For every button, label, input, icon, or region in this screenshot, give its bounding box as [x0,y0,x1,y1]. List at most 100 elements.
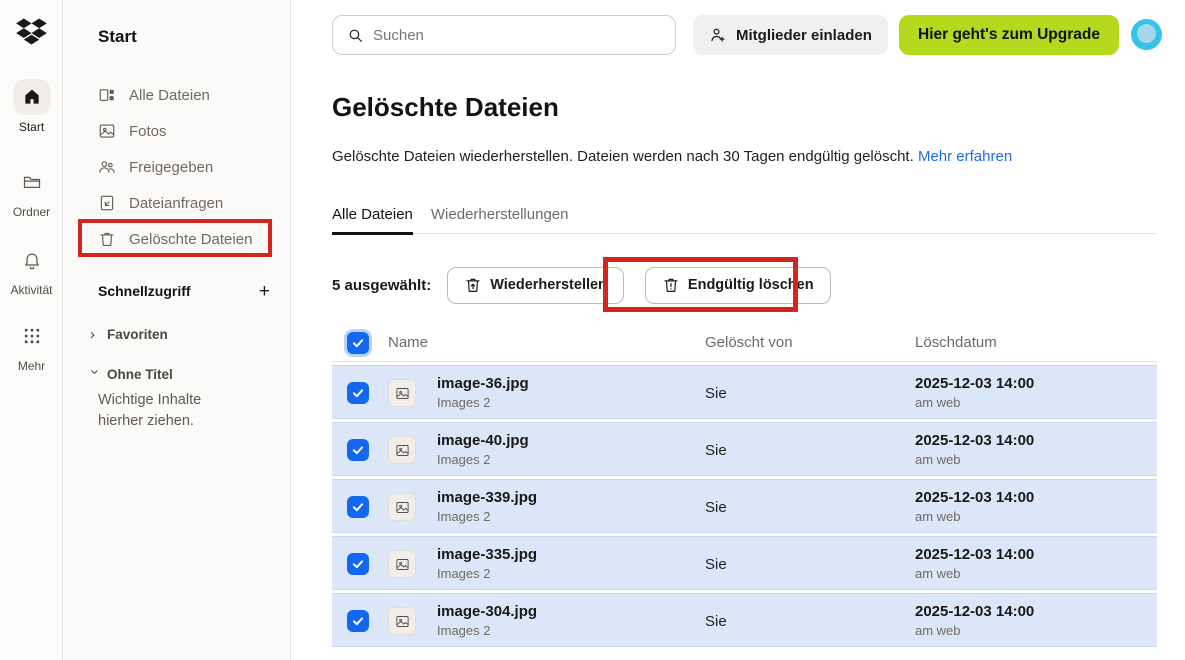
sidebar-group-ohne-titel[interactable]: Ohne Titel [90,362,173,386]
table-row[interactable]: image-40.jpg Images 2 Sie 2025-12-03 14:… [332,422,1157,476]
chevron-right-icon [90,326,100,343]
search-box[interactable] [332,15,676,55]
row-checkbox[interactable] [347,496,369,518]
restore-label: Wiederherstellen [490,277,607,293]
add-icon[interactable]: + [259,282,270,301]
row-checkbox[interactable] [347,439,369,461]
sidebar-item-freigegeben[interactable]: Freigegeben [64,149,291,185]
sidebar-item-dateianfragen[interactable]: Dateianfragen [64,185,291,221]
folder-icon [13,164,51,200]
column-header-name[interactable]: Name [388,334,428,351]
search-icon [347,27,364,44]
left-rail: Start Ordner Aktivität Mehr [0,0,63,660]
deleted-files-table: Name Gelöscht von Löschdatum image-36.jp… [332,330,1157,361]
column-header-delete-date[interactable]: Löschdatum [915,334,997,351]
page-title: Gelöschte Dateien [332,92,559,123]
image-file-icon [388,436,416,464]
delete-date: 2025-12-03 14:00 [915,603,1034,620]
photo-icon [98,122,116,140]
file-name[interactable]: image-36.jpg [437,375,529,392]
sidebar-item-fotos[interactable]: Fotos [64,113,291,149]
all-files-icon [98,86,116,104]
table-row[interactable]: image-339.jpg Images 2 Sie 2025-12-03 14… [332,479,1157,533]
tab-bar: Alle Dateien Wiederherstellungen [332,202,1157,234]
table-header: Name Gelöscht von Löschdatum [332,330,1157,361]
sidebar-heading: Start [98,27,137,47]
table-row[interactable]: image-335.jpg Images 2 Sie 2025-12-03 14… [332,536,1157,590]
restore-icon [464,276,482,294]
file-folder: Images 2 [437,623,537,638]
sidebar-group-favoriten[interactable]: Favoriten [90,322,168,346]
row-checkbox[interactable] [347,610,369,632]
deleted-by: Sie [705,537,727,591]
upgrade-button[interactable]: Hier geht's zum Upgrade [899,15,1119,55]
deleted-by: Sie [705,480,727,534]
file-folder: Images 2 [437,452,529,467]
row-checkbox[interactable] [347,553,369,575]
rail-item-label: Start [0,120,63,134]
delete-source: am web [915,623,1034,638]
file-name[interactable]: image-339.jpg [437,489,537,506]
image-file-icon [388,607,416,635]
select-all-checkbox[interactable] [347,332,369,354]
invite-members-button[interactable]: Mitglieder einladen [693,15,888,55]
file-folder: Images 2 [437,566,537,581]
rail-item-aktivitaet[interactable]: Aktivität [0,242,63,297]
file-name[interactable]: image-304.jpg [437,603,537,620]
dropbox-logo-icon[interactable] [15,16,48,47]
file-name[interactable]: image-40.jpg [437,432,529,449]
person-add-icon [709,26,727,44]
rail-item-mehr[interactable]: Mehr [0,318,63,373]
rail-item-label: Aktivität [0,283,63,297]
row-checkbox[interactable] [347,382,369,404]
table-row[interactable]: image-304.jpg Images 2 Sie 2025-12-03 14… [332,593,1157,647]
learn-more-link[interactable]: Mehr erfahren [918,148,1012,165]
sidebar-item-label: Gelöschte Dateien [129,231,252,248]
drag-hint-text: Wichtige Inhalte hierher ziehen. [98,390,223,432]
image-file-icon [388,493,416,521]
sidebar-item-alle-dateien[interactable]: Alle Dateien [64,77,291,113]
file-name[interactable]: image-335.jpg [437,546,537,563]
rail-item-label: Ordner [0,205,63,219]
selection-bar: 5 ausgewählt: Wiederherstellen Endgültig… [332,266,831,304]
bell-icon [13,242,51,278]
sidebar-item-label: Dateianfragen [129,195,223,212]
sidebar-item-label: Freigegeben [129,159,213,176]
deleted-by: Sie [705,594,727,648]
deleted-by: Sie [705,423,727,477]
image-file-icon [388,550,416,578]
tab-wiederherstellungen[interactable]: Wiederherstellungen [431,202,569,233]
main-content: Mitglieder einladen Hier geht's zum Upgr… [292,0,1185,660]
sidebar-item-label: Fotos [129,123,167,140]
delete-date: 2025-12-03 14:00 [915,489,1034,506]
search-input[interactable] [373,27,661,44]
image-file-icon [388,379,416,407]
quick-access-label: Schnellzugriff [98,283,191,299]
file-folder: Images 2 [437,509,537,524]
sidebar-item-label: Alle Dateien [129,87,210,104]
trash-icon [98,230,116,248]
home-icon [13,79,51,115]
delete-source: am web [915,452,1034,467]
column-header-deleted-by[interactable]: Gelöscht von [705,334,793,351]
rail-item-ordner[interactable]: Ordner [0,164,63,219]
delete-source: am web [915,509,1034,524]
deleted-by: Sie [705,366,727,420]
sidebar-item-geloeschte-dateien[interactable]: Gelöschte Dateien [64,221,291,257]
permanently-delete-button[interactable]: Endgültig löschen [645,267,831,304]
people-icon [98,158,116,176]
quick-access-header: Schnellzugriff + [98,276,270,306]
delete-date: 2025-12-03 14:00 [915,375,1034,392]
rail-item-start[interactable]: Start [0,79,63,134]
delete-date: 2025-12-03 14:00 [915,432,1034,449]
file-request-icon [98,194,116,212]
header-divider [332,361,1157,362]
invite-members-label: Mitglieder einladen [736,27,872,44]
table-row[interactable]: image-36.jpg Images 2 Sie 2025-12-03 14:… [332,365,1157,419]
sidebar-group-label: Ohne Titel [107,367,173,382]
tab-alle-dateien[interactable]: Alle Dateien [332,202,413,235]
restore-button[interactable]: Wiederherstellen [447,267,624,304]
delete-source: am web [915,566,1034,581]
avatar[interactable] [1131,19,1162,50]
chevron-down-icon [87,369,104,379]
